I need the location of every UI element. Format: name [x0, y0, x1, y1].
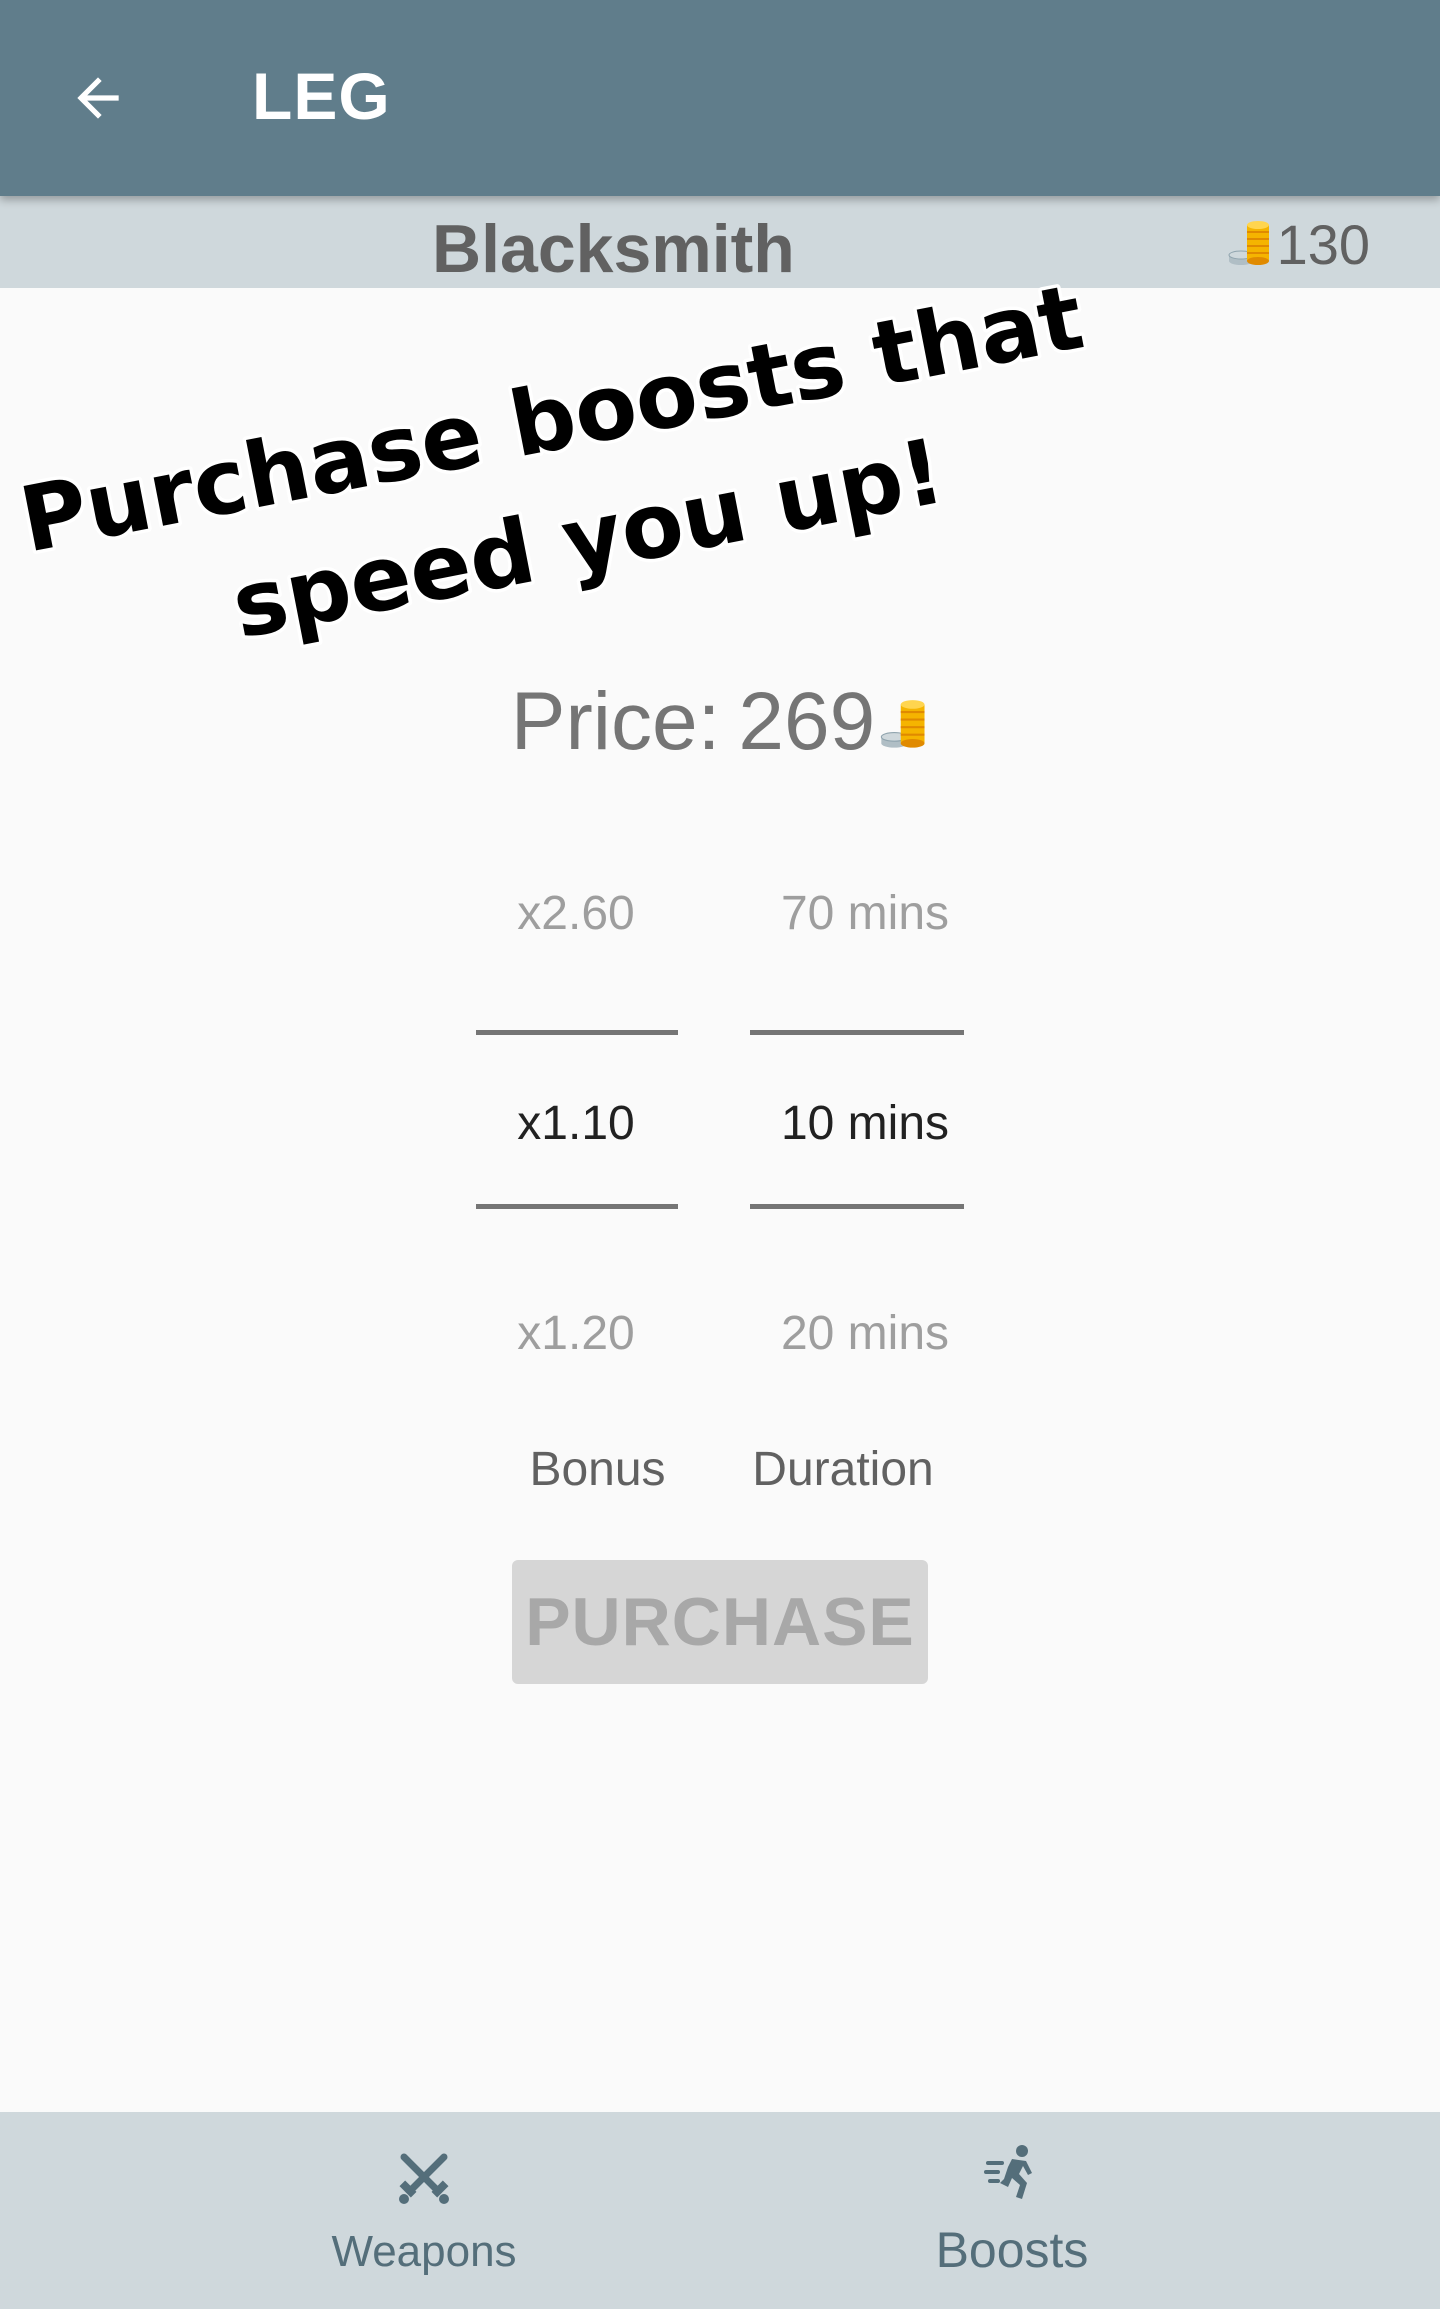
nav-label-boosts: Boosts [935, 2221, 1089, 2278]
price-label: Price: [510, 676, 721, 767]
bonus-caption: Bonus [529, 1443, 666, 1496]
duration-option-above[interactable]: 70 mins [740, 886, 990, 941]
arrow-left-icon [77, 77, 119, 119]
bonus-picker-divider-bottom [476, 1204, 678, 1209]
coin-balance-amount: 130 [1276, 212, 1370, 276]
price-row: Price: 269 [0, 672, 1440, 772]
duration-picker[interactable]: 70 mins 10 mins 20 mins [740, 850, 990, 1390]
crossed-swords-icon [399, 2153, 449, 2204]
bonus-picker[interactable]: x2.60 x1.10 x1.20 [466, 850, 686, 1390]
duration-caption: Duration [752, 1443, 934, 1496]
bonus-option-selected[interactable]: x1.10 [466, 1096, 686, 1151]
coin-stack-icon [880, 700, 925, 748]
duration-option-below[interactable]: 20 mins [740, 1306, 990, 1361]
app-bar: LEG [0, 0, 1440, 196]
back-button[interactable] [40, 46, 156, 150]
bonus-picker-divider-top [476, 1030, 678, 1035]
purchase-button[interactable]: PURCHASE [512, 1560, 928, 1684]
bonus-option-below[interactable]: x1.20 [466, 1306, 686, 1361]
running-person-icon [984, 2144, 1032, 2199]
coin-stack-icon [1228, 221, 1269, 265]
duration-option-selected[interactable]: 10 mins [740, 1096, 990, 1151]
bonus-option-above[interactable]: x2.60 [466, 886, 686, 941]
coin-balance: 130 [1227, 212, 1370, 276]
duration-picker-divider-bottom [750, 1204, 964, 1209]
price-value: 269 [738, 676, 876, 767]
promo-banner: Purchase boosts that speed you up! [0, 261, 1200, 670]
nav-item-boosts[interactable]: Boosts [652, 2112, 1372, 2309]
duration-picker-divider-top [750, 1030, 964, 1035]
app-title: LEG [252, 59, 391, 133]
shop-title: Blacksmith [432, 211, 795, 287]
bottom-nav: Weapons Boosts [0, 2112, 1440, 2309]
shop-header: Blacksmith 130 [0, 196, 1440, 288]
nav-label-weapons: Weapons [331, 2226, 517, 2276]
